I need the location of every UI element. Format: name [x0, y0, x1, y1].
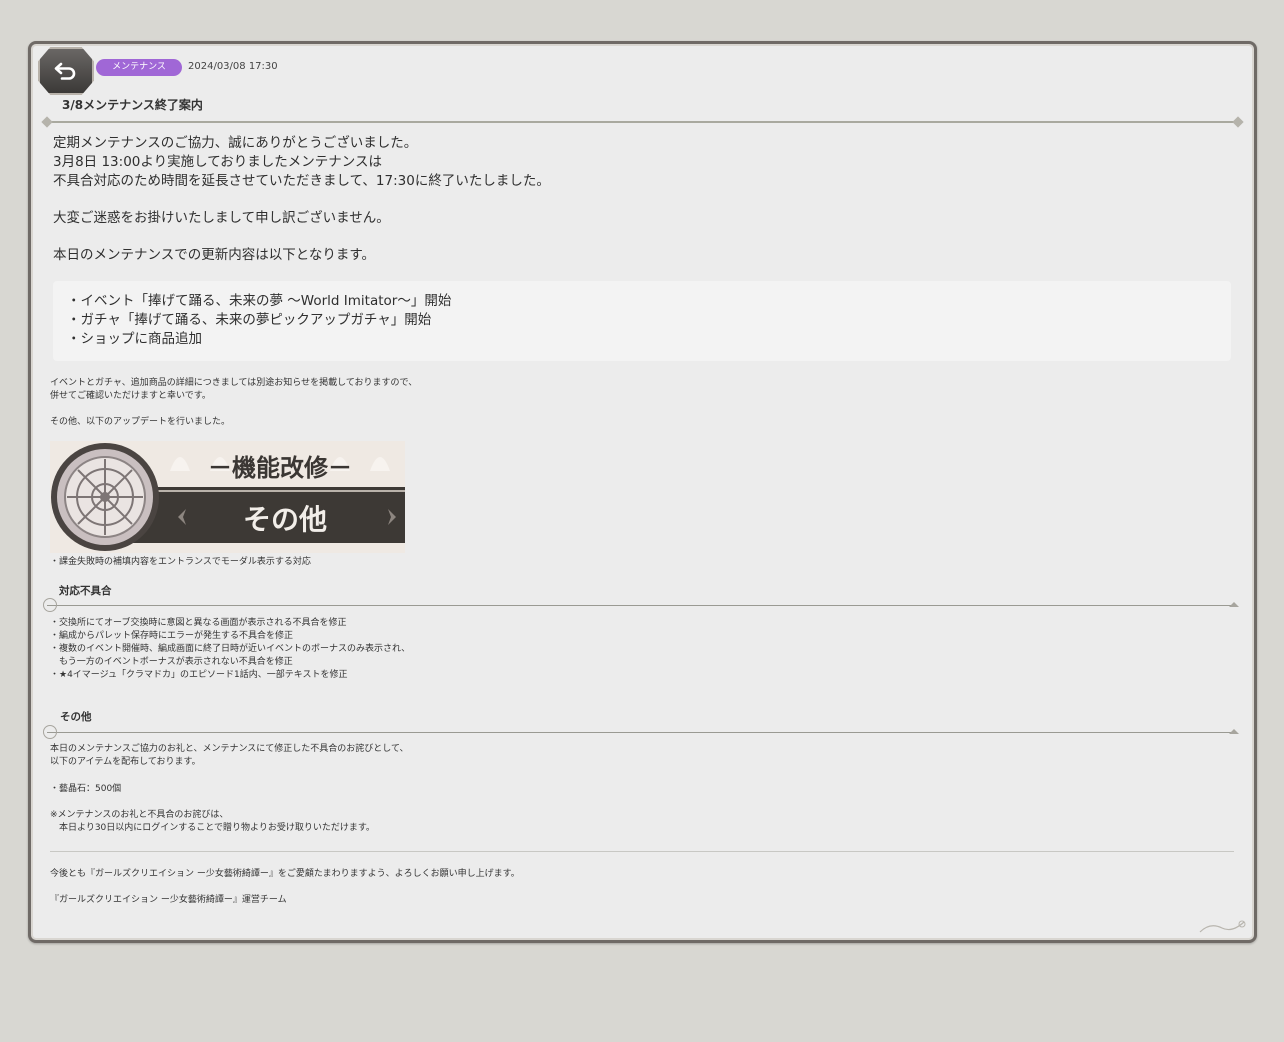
back-button[interactable]: [38, 47, 94, 95]
post-date: 2024/03/08 17:30: [188, 61, 278, 72]
bug-item: ・交換所にてオーブ交換時に意図と異なる画面が表示される不具合を修正: [50, 618, 347, 628]
bugs-divider: [43, 598, 1239, 612]
other-note: 本日より30日以内にログインすることで贈り物よりお受け取りいただけます。: [50, 823, 375, 833]
bugs-heading: 対応不具合: [59, 585, 112, 597]
footer-text: 今後とも『ガールズクリエイション ー少女藝術綺譚ー』をご愛顧たまわりますよう、よ…: [50, 868, 520, 907]
other-line: 以下のアイテムを配布しております。: [50, 757, 201, 767]
footer-line: 今後とも『ガールズクリエイション ー少女藝術綺譚ー』をご愛顧たまわりますよう、よ…: [50, 869, 520, 879]
back-arrow-icon: [54, 62, 76, 80]
update-item: ・ショップに商品追加: [67, 331, 202, 347]
updates-box: ・イベント「捧げて踊る、未来の夢 〜World Imitator〜」開始 ・ガチ…: [53, 281, 1231, 361]
banner-top-text: －機能改修－: [208, 454, 352, 482]
other-text: 本日のメンテナンスご協力のお礼と、メンテナンスにて修正した不具合のお詫びとして、…: [50, 743, 409, 835]
footer-divider: [50, 851, 1234, 852]
note-line: その他、以下のアップデートを行いました。: [50, 417, 231, 427]
note-line: イベントとガチャ、追加商品の詳細につきましては別途お知らせを掲載しておりますので…: [50, 378, 418, 388]
update-item: ・イベント「捧げて踊る、未来の夢 〜World Imitator〜」開始: [67, 293, 452, 309]
bug-item: もう一方のイベントボーナスが表示されない不具合を修正: [50, 657, 293, 667]
intro-line: 不具合対応のため時間を延長させていただきまして、17:30に終了いたしました。: [53, 173, 550, 189]
gift-item: ・藝晶石：500個: [50, 784, 122, 794]
intro-line: 3月8日 13:00より実施しておりましたメンテナンスは: [53, 154, 383, 170]
update-item: ・ガチャ「捧げて踊る、未来の夢ピックアップガチャ」開始: [67, 312, 432, 328]
other-line: 本日のメンテナンスご協力のお礼と、メンテナンスにて修正した不具合のお詫びとして、: [50, 744, 409, 754]
intro-line: 大変ご迷惑をお掛けいたしまして申し訳ございません。: [53, 210, 390, 226]
notes-text: イベントとガチャ、追加商品の詳細につきましては別途お知らせを掲載しておりますので…: [50, 377, 417, 429]
corner-flourish-icon: [1199, 920, 1246, 933]
intro-line: 定期メンテナンスのご協力、誠にありがとうございました。: [53, 135, 418, 151]
bugs-list: ・交換所にてオーブ交換時に意図と異なる画面が表示される不具合を修正 ・編成からパ…: [50, 617, 410, 682]
feature-banner: －機能改修－ その他: [50, 441, 405, 553]
feature-item: ・課金失敗時の補填内容をエントランスでモーダル表示する対応: [50, 557, 311, 567]
notice-title: 3/8メンテナンス終了案内: [62, 98, 203, 112]
other-note: ※メンテナンスのお礼と不具合のお詫びは、: [50, 810, 229, 820]
other-divider: [43, 725, 1239, 739]
bug-item: ・編成からパレット保存時にエラーが発生する不具合を修正: [50, 631, 294, 641]
bug-item: ・★4イマージュ「クラマドカ」のエピソード1話内、一部テキストを修正: [50, 670, 348, 680]
bug-item: ・複数のイベント開催時、編成画面に終了日時が近いイベントのボーナスのみ表示され、: [50, 644, 411, 654]
intro-line: 本日のメンテナンスでの更新内容は以下となります。: [53, 247, 375, 263]
note-line: 併せてご確認いただけますと幸いです。: [50, 391, 211, 401]
other-heading: その他: [60, 711, 92, 723]
banner-bottom-text: その他: [243, 503, 327, 536]
category-badge: メンテナンス: [96, 59, 182, 76]
title-divider: [45, 121, 1240, 123]
footer-signature: 『ガールズクリエイション ー少女藝術綺譚ー』運営チーム: [50, 895, 287, 905]
intro-text: 定期メンテナンスのご協力、誠にありがとうございました。 3月8日 13:00より…: [53, 134, 550, 265]
